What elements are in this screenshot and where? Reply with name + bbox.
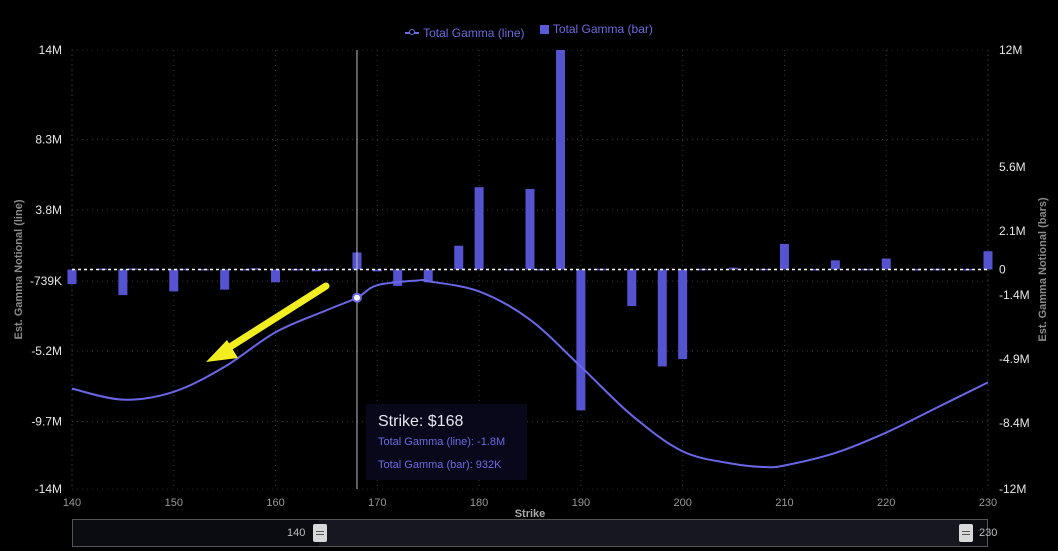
- x-tick-label: 220: [877, 497, 895, 509]
- bar: [983, 251, 993, 270]
- x-tick-label: 230: [979, 497, 997, 509]
- y-tick-label-right: -8.4M: [999, 416, 1030, 430]
- bar: [576, 269, 586, 411]
- bar: [525, 189, 535, 270]
- legend-line-label: Total Gamma (line): [423, 25, 525, 40]
- bar: [271, 269, 281, 283]
- y-tick-label-right: -4.9M: [999, 352, 1030, 366]
- bar: [657, 269, 667, 367]
- bar: [627, 269, 637, 307]
- y-axis-label-right: Est. Gamma Notional (bars): [1037, 197, 1049, 342]
- y-tick-label-right: 12M: [999, 43, 1022, 57]
- x-tick-label: 210: [775, 497, 793, 509]
- x-tick-label: 170: [368, 497, 386, 509]
- gamma-chart: 14M 8.3M 3.8M -739K -5.2M -9.7M -14M 12M 5.6M 2.…: [13, 43, 1049, 520]
- x-tick-label: 180: [470, 497, 488, 509]
- tooltip-line-value: Total Gamma (line): -1.8M: [378, 436, 506, 448]
- bar: [556, 50, 566, 270]
- y-tick-label-left: -9.7M: [31, 415, 62, 429]
- bar: [779, 243, 789, 270]
- tooltip-title: Strike: $168: [378, 413, 464, 430]
- tooltip-bar-value: Total Gamma (bar): 932K: [378, 459, 502, 471]
- slider-min-label: 140: [287, 527, 306, 539]
- bar: [474, 187, 484, 270]
- y-tick-label-right: -12M: [999, 482, 1026, 496]
- bar-series: [67, 50, 993, 411]
- tooltip: Strike: $168 Total Gamma (line): -1.8M T…: [366, 404, 527, 480]
- slider-right-handle[interactable]: [959, 524, 973, 542]
- x-tick-label: 150: [165, 497, 183, 509]
- y-tick-label-left: -5.2M: [31, 344, 62, 358]
- x-tick-label: 160: [266, 497, 284, 509]
- bar: [678, 269, 688, 360]
- x-tick-label: 190: [572, 497, 590, 509]
- zoom-slider[interactable]: 140 230: [72, 519, 997, 547]
- x-tick-label: 140: [63, 497, 81, 509]
- crosshair-point[interactable]: [351, 292, 362, 303]
- bar: [454, 245, 464, 270]
- y-tick-label-left: 3.8M: [35, 203, 62, 217]
- slider-range[interactable]: [319, 520, 960, 546]
- y-tick-label-left: 14M: [39, 43, 62, 57]
- line-swatch-icon: [405, 28, 420, 35]
- bar: [393, 269, 403, 286]
- slider-left-handle[interactable]: [313, 524, 327, 542]
- arrow-shaft: [218, 282, 330, 356]
- y-tick-label-right: 0: [999, 263, 1006, 277]
- y-tick-label-left: -739K: [30, 274, 62, 288]
- legend-item-line[interactable]: Total Gamma (line): [405, 25, 525, 40]
- bar: [830, 260, 840, 270]
- y-tick-label-right: 2.1M: [999, 224, 1026, 238]
- bar: [881, 258, 891, 270]
- left-axis-ticks: 14M 8.3M 3.8M -739K -5.2M -9.7M -14M: [30, 43, 62, 496]
- y-tick-label-left: 8.3M: [35, 132, 62, 146]
- y-tick-label-right: -1.4M: [999, 288, 1030, 302]
- x-tick-label: 200: [673, 497, 691, 509]
- bar: [220, 269, 230, 290]
- right-axis-ticks: 12M 5.6M 2.1M 0 -1.4M -4.9M -8.4M -12M: [999, 43, 1030, 496]
- line-series: [71, 278, 989, 469]
- y-axis-label-left: Est. Gamma Notional (line): [13, 199, 25, 339]
- bar: [169, 269, 179, 292]
- bar: [118, 269, 128, 296]
- legend-bar-label: Total Gamma (bar): [552, 22, 653, 36]
- legend-item-bar[interactable]: Total Gamma (bar): [539, 22, 653, 36]
- bar: [67, 269, 77, 285]
- bar-swatch-icon: [539, 24, 549, 34]
- y-tick-label-left: -14M: [35, 482, 62, 496]
- legend: Total Gamma (line) Total Gamma (bar): [0, 22, 1058, 40]
- slider-max-label: 230: [979, 527, 998, 539]
- y-tick-label-right: 5.6M: [999, 160, 1026, 174]
